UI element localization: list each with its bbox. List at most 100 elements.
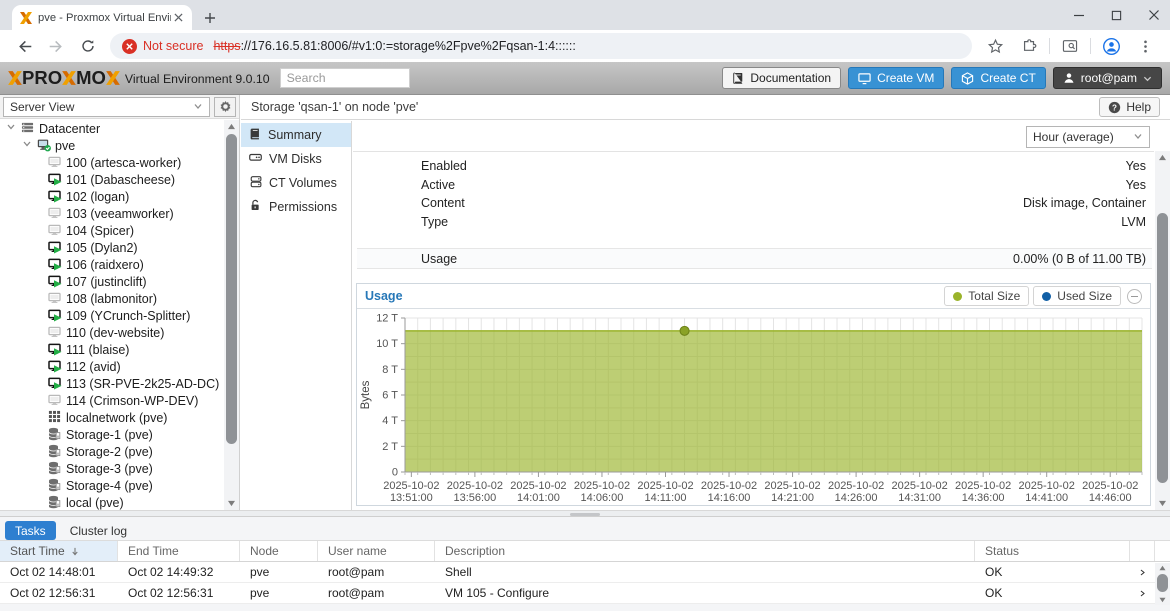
svg-text:2025-10-02: 2025-10-02 [828, 480, 884, 492]
vm-stopped-icon [48, 325, 62, 342]
side-search-icon[interactable] [1057, 33, 1083, 59]
back-button[interactable] [11, 33, 37, 59]
extensions-icon[interactable] [1016, 33, 1042, 59]
maximize-button[interactable] [1111, 10, 1122, 21]
nav-ct-volumes[interactable]: CT Volumes [241, 171, 351, 195]
collapse-panel-icon[interactable] [1127, 289, 1142, 304]
close-window-button[interactable] [1148, 9, 1160, 21]
task-row[interactable]: Oct 02 14:48:01Oct 02 14:49:32pveroot@pa… [0, 562, 1170, 583]
vm-stopped-icon [48, 206, 62, 223]
tree-item[interactable]: 103 (veeamworker) [0, 205, 223, 222]
view-mode-select[interactable]: Server View [3, 97, 210, 117]
user-menu-button[interactable]: root@pam [1053, 67, 1162, 89]
tree-item[interactable]: localnetwork (pve) [0, 409, 223, 426]
tree-item[interactable]: pve [0, 137, 223, 154]
svg-text:6 T: 6 T [382, 390, 398, 402]
proxmox-logo: PROMO Virtual Environment 9.0.10 [8, 67, 270, 89]
svg-text:2025-10-02: 2025-10-02 [764, 480, 820, 492]
tree-item[interactable]: Storage-3 (pve) [0, 460, 223, 477]
tree-settings-gear-icon[interactable] [214, 97, 236, 117]
storage-icon [48, 495, 62, 510]
task-row[interactable]: Oct 02 12:56:31Oct 02 12:56:31pveroot@pa… [0, 583, 1170, 604]
tree-item[interactable]: 100 (artesca-worker) [0, 154, 223, 171]
legend-used-size[interactable]: Used Size [1033, 286, 1121, 306]
expander-icon[interactable] [6, 121, 16, 135]
reload-button[interactable] [75, 33, 101, 59]
bookmark-star-icon[interactable] [982, 33, 1008, 59]
column-header-end-time[interactable]: End Time [118, 541, 240, 561]
help-button[interactable]: ? Help [1099, 97, 1160, 117]
task-detail-chevron[interactable] [1130, 583, 1155, 603]
documentation-button[interactable]: Documentation [722, 67, 841, 89]
tree-item[interactable]: 102 (logan) [0, 188, 223, 205]
tab-cluster-log[interactable]: Cluster log [60, 521, 137, 540]
tree-item[interactable]: 101 (Dabascheese) [0, 171, 223, 188]
browser-menu-icon[interactable] [1132, 33, 1158, 59]
search-input[interactable]: Search [280, 68, 410, 88]
svg-text:2025-10-02: 2025-10-02 [574, 480, 630, 492]
column-header-description[interactable]: Description [435, 541, 975, 561]
tree-item[interactable]: 108 (labmonitor) [0, 290, 223, 307]
minimize-button[interactable] [1073, 9, 1085, 21]
tree-item[interactable]: 110 (dev-website) [0, 324, 223, 341]
storage-icon [48, 478, 62, 495]
tree-item[interactable]: Storage-2 (pve) [0, 443, 223, 460]
timeframe-select[interactable]: Hour (average) [1026, 126, 1150, 148]
tree-item[interactable]: 114 (Crimson-WP-DEV) [0, 392, 223, 409]
column-header-status[interactable]: Status [975, 541, 1130, 561]
svg-text:2025-10-02: 2025-10-02 [1082, 480, 1138, 492]
nav-summary[interactable]: Summary [241, 123, 351, 147]
browser-tab[interactable]: pve - Proxmox Virtual Environm [12, 5, 192, 30]
svg-text:2025-10-02: 2025-10-02 [955, 480, 1011, 492]
browser-window: pve - Proxmox Virtual Environm [0, 0, 1170, 611]
resource-tree: Datacenterpve100 (artesca-worker)101 (Da… [0, 120, 223, 510]
tree-item[interactable]: Storage-4 (pve) [0, 477, 223, 494]
svg-text:0: 0 [392, 467, 398, 479]
tree-item[interactable]: 104 (Spicer) [0, 222, 223, 239]
column-header-start-time[interactable]: Start Time [0, 541, 118, 561]
forward-button[interactable] [43, 33, 69, 59]
tab-close-icon[interactable] [171, 11, 185, 25]
create-vm-button[interactable]: Create VM [848, 67, 944, 89]
profile-avatar[interactable] [1098, 33, 1124, 59]
tree-item[interactable]: 109 (YCrunch-Splitter) [0, 307, 223, 324]
tree-item[interactable]: 111 (blaise) [0, 341, 223, 358]
vm-running-icon [48, 240, 62, 257]
vm-running-icon [48, 189, 62, 206]
address-input[interactable]: Not secure https://176.16.5.81:8006/#v1:… [110, 33, 972, 59]
tree-item[interactable]: 105 (Dylan2) [0, 239, 223, 256]
expander-icon[interactable] [22, 138, 32, 152]
vm-running-icon [48, 172, 62, 189]
nav-permissions[interactable]: Permissions [241, 195, 351, 219]
vm-running-icon [48, 342, 62, 359]
create-ct-button[interactable]: Create CT [951, 67, 1045, 89]
resource-tree-sidebar: Server View Datacenterpve100 (artesca-wo… [0, 95, 240, 510]
column-header-node[interactable]: Node [240, 541, 318, 561]
tree-item[interactable]: 112 (avid) [0, 358, 223, 375]
column-header-user-name[interactable]: User name [318, 541, 435, 561]
tree-item[interactable]: Storage-1 (pve) [0, 426, 223, 443]
svg-text:?: ? [1112, 103, 1117, 112]
browser-address-bar: Not secure https://176.16.5.81:8006/#v1:… [0, 30, 1170, 62]
nav-vm-disks[interactable]: VM Disks [241, 147, 351, 171]
panel-splitter[interactable] [0, 510, 1170, 517]
tree-item[interactable]: local (pve) [0, 494, 223, 510]
content-scrollbar[interactable] [1155, 151, 1170, 510]
task-detail-chevron[interactable] [1130, 562, 1155, 582]
tree-item[interactable]: 113 (SR-PVE-2k25-AD-DC) [0, 375, 223, 392]
vm-running-icon [48, 376, 62, 393]
new-tab-button[interactable] [200, 8, 220, 28]
page-title: Storage 'qsan-1' on node 'pve' [251, 100, 418, 114]
tree-item[interactable]: 106 (raidxero) [0, 256, 223, 273]
svg-text:2025-10-02: 2025-10-02 [447, 480, 503, 492]
property-row: Usage0.00% (0 B of 11.00 TB) [357, 248, 1152, 269]
tree-item[interactable]: 107 (justinclift) [0, 273, 223, 290]
tree-item[interactable]: Datacenter [0, 120, 223, 137]
tree-scrollbar[interactable] [224, 120, 239, 510]
tasks-scrollbar[interactable] [1155, 563, 1170, 605]
usage-chart-panel: Usage Total SizeUsed Size 12 T10 T8 T6 T… [356, 283, 1151, 506]
legend-total-size[interactable]: Total Size [944, 286, 1029, 306]
svg-text:2025-10-02: 2025-10-02 [510, 480, 566, 492]
browser-tab-strip: pve - Proxmox Virtual Environm [0, 0, 1170, 30]
tab-tasks[interactable]: Tasks [5, 521, 56, 540]
